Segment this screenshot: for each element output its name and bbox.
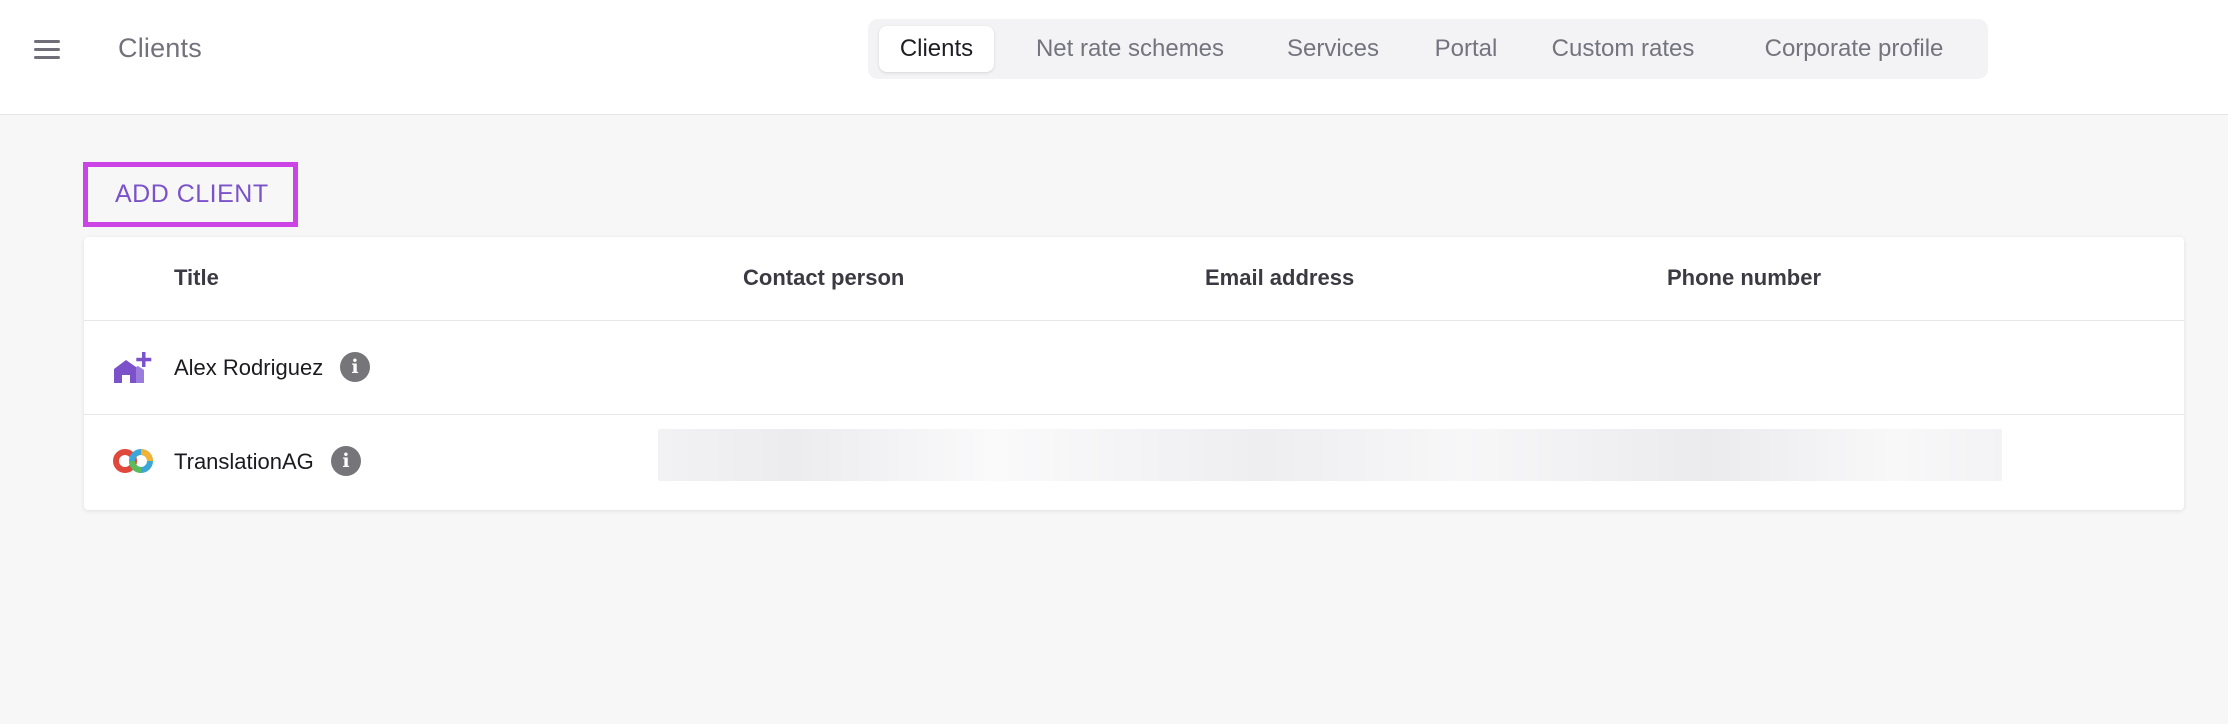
clients-table: Title Contact person Email address Phone… (84, 237, 2184, 510)
tab-bar: Clients Net rate schemes Services Portal… (868, 19, 1988, 79)
loading-skeleton (658, 429, 2002, 481)
info-icon[interactable]: i (331, 446, 361, 476)
info-icon[interactable]: i (340, 352, 370, 382)
tab-custom-rates[interactable]: Custom rates (1535, 26, 1711, 72)
table-row[interactable]: TranslationAG i (84, 414, 2184, 508)
tab-services[interactable]: Services (1268, 26, 1398, 72)
house-plus-icon (112, 349, 152, 385)
hamburger-menu-icon[interactable] (26, 32, 68, 68)
top-bar: Clients Clients Net rate schemes Service… (0, 0, 2228, 115)
tab-corporate-profile[interactable]: Corporate profile (1731, 26, 1977, 72)
add-client-button[interactable]: ADD CLIENT (83, 162, 298, 227)
table-row[interactable]: Alex Rodriguez i (84, 320, 2184, 414)
column-header-title: Title (174, 265, 219, 290)
translationag-logo-icon (112, 443, 153, 479)
column-header-email-address: Email address (1205, 265, 1355, 290)
page-title: Clients (118, 33, 202, 63)
column-header-contact-person: Contact person (743, 265, 905, 290)
column-header-phone-number: Phone number (1667, 265, 1822, 290)
client-title[interactable]: Alex Rodriguez (174, 355, 323, 381)
client-title[interactable]: TranslationAG (174, 449, 314, 475)
tab-clients[interactable]: Clients (879, 26, 994, 72)
tab-net-rate-schemes[interactable]: Net rate schemes (1012, 26, 1248, 72)
tab-portal[interactable]: Portal (1417, 26, 1515, 72)
